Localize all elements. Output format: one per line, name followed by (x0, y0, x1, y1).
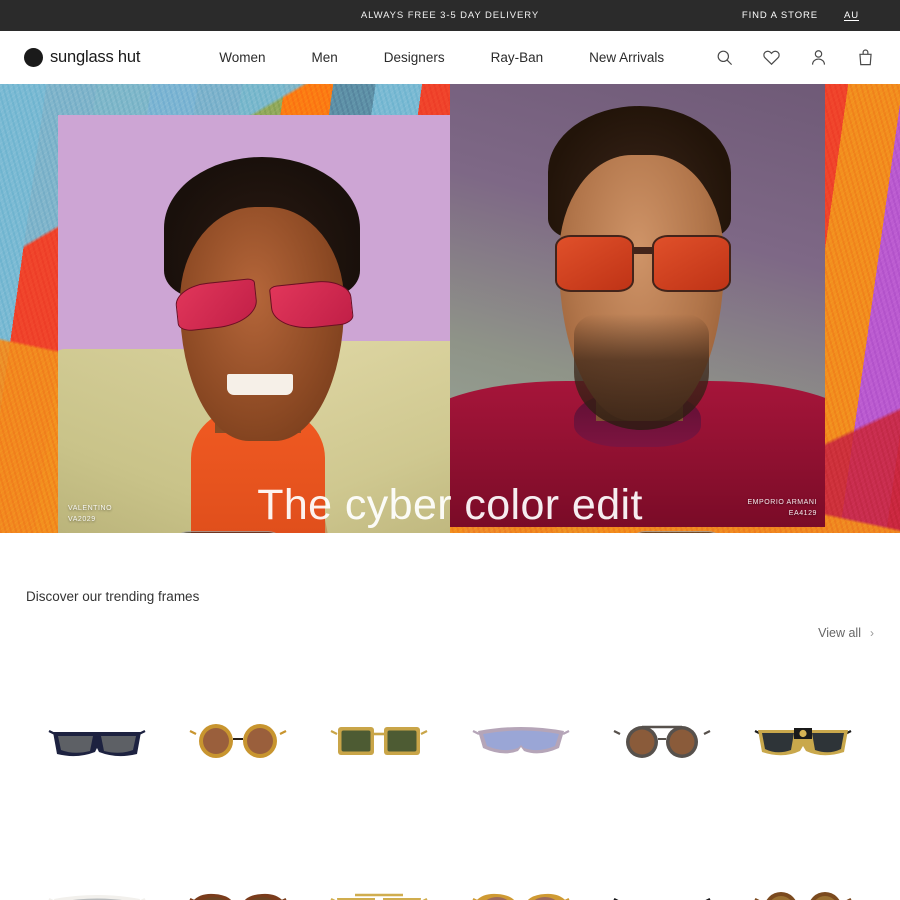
site-header: sunglass hut Women Men Designers Ray-Ban… (0, 31, 900, 84)
brown-round-double-bridge-image (613, 725, 711, 758)
nav-item-new-arrivals[interactable]: New Arrivals (589, 50, 664, 65)
woman-sunglasses (173, 278, 355, 333)
hero-caption-women-model: VA2029 (68, 516, 96, 524)
locale-selector[interactable]: AU (844, 10, 859, 21)
hero-panel-women[interactable]: VALENTINO VA2029 (58, 115, 450, 533)
product-tile[interactable] (167, 825, 308, 900)
hero-banner: VALENTINO VA2029 EMPORIO ARMANI EA4129 T… (0, 84, 900, 533)
trending-frames-section: Discover our trending frames View all › (0, 533, 900, 900)
product-tile[interactable] (26, 825, 167, 900)
hero-panel-men[interactable]: EMPORIO ARMANI EA4129 (450, 84, 825, 527)
havana-cateye-gradient-sunglasses-image (472, 893, 570, 900)
nav-item-women[interactable]: Women (219, 50, 265, 65)
product-tile[interactable] (591, 657, 732, 825)
product-tile[interactable] (309, 825, 450, 900)
gold-aviator-green-sunglasses-image (330, 893, 428, 900)
shop-women-button[interactable]: Shop women (172, 531, 285, 533)
product-tile[interactable] (450, 657, 591, 825)
view-all-row: View all › (26, 604, 874, 640)
product-tile[interactable] (591, 825, 732, 900)
account-icon[interactable] (807, 47, 829, 69)
nav-item-ray-ban[interactable]: Ray-Ban (491, 50, 544, 65)
hero-caption-men: EMPORIO ARMANI EA4129 (747, 498, 817, 520)
blue-shield-sunglasses-image (472, 727, 570, 754)
navy-pilot-sunglasses-image (48, 730, 146, 757)
site-logo[interactable]: sunglass hut (24, 48, 140, 67)
find-a-store-link[interactable]: FIND A STORE (742, 10, 818, 21)
product-tile[interactable] (450, 825, 591, 900)
gold-square-green-sunglasses-image (330, 727, 428, 755)
heart-icon[interactable] (760, 47, 782, 69)
view-all-label: View all (818, 626, 861, 640)
nav-item-men[interactable]: Men (312, 50, 338, 65)
product-grid (26, 657, 874, 900)
product-tile[interactable] (167, 657, 308, 825)
hero-caption-men-model: EA4129 (788, 510, 817, 518)
product-tile[interactable] (309, 657, 450, 825)
product-tile[interactable] (26, 657, 167, 825)
header-icon-group (713, 47, 876, 69)
tortoise-cateye-brown-sunglasses-image (189, 893, 287, 900)
logo-dot-icon (24, 48, 43, 67)
shop-men-button[interactable]: Shop men (628, 531, 725, 533)
search-icon[interactable] (713, 47, 735, 69)
product-tile[interactable] (733, 825, 874, 900)
black-square-grey-sunglasses-image (613, 898, 711, 900)
product-tile[interactable] (733, 657, 874, 825)
man-portrait-image (450, 84, 825, 527)
bag-icon[interactable] (854, 47, 876, 69)
black-gold-wrap-sunglasses-image (754, 728, 852, 756)
havana-round-brown-sunglasses-image (754, 892, 852, 900)
white-shield-mirror-sunglasses-image (48, 895, 146, 900)
main-navigation: Women Men Designers Ray-Ban New Arrivals (219, 50, 664, 65)
woman-portrait-image (58, 115, 450, 533)
trending-heading: Discover our trending frames (26, 589, 200, 604)
logo-text: sunglass hut (50, 48, 141, 66)
hero-caption-women-brand: VALENTINO (68, 505, 113, 513)
view-all-link[interactable]: View all › (818, 626, 874, 640)
hero-caption-men-brand: EMPORIO ARMANI (747, 499, 817, 507)
announcement-links: FIND A STORE AU (742, 10, 900, 21)
hero-caption-women: VALENTINO VA2029 (68, 504, 112, 526)
tortoise-round-sunglasses-image (189, 724, 287, 758)
chevron-right-icon: › (870, 626, 874, 640)
nav-item-designers[interactable]: Designers (384, 50, 445, 65)
announcement-bar: ALWAYS FREE 3-5 DAY DELIVERY FIND A STOR… (0, 0, 900, 31)
man-sunglasses (555, 234, 732, 293)
